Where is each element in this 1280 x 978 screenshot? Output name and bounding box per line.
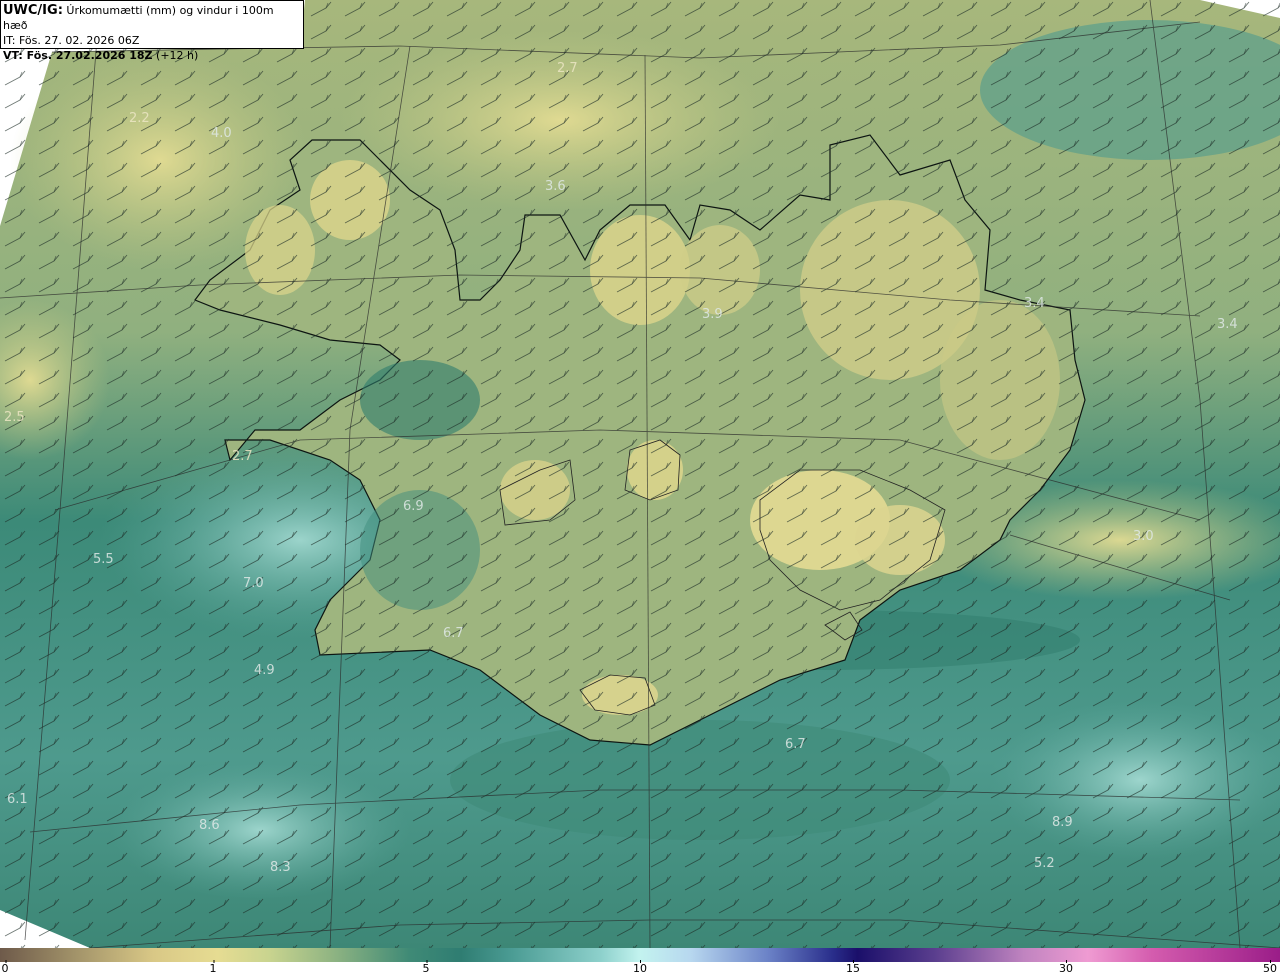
map-svg: 2.7 2.2 4.0 3.6 3.9 3.4 3.4 2.5 2.7 6.9 … — [0, 0, 1280, 948]
colorbar-tick: 30 — [1059, 960, 1073, 975]
value-label: 4.0 — [211, 126, 232, 141]
value-label: 3.4 — [1024, 296, 1045, 311]
value-label: 3.4 — [1217, 317, 1238, 332]
init-time: IT: Fös. 27. 02. 2026 06Z — [3, 34, 140, 47]
value-label: 8.6 — [199, 818, 220, 833]
value-label: 6.1 — [7, 792, 28, 807]
value-label: 6.7 — [785, 737, 806, 752]
title-line: UWC/IG: Úrkomumætti (mm) og vindur i 100… — [3, 3, 301, 33]
value-label: 4.9 — [254, 663, 275, 678]
colorbar-tick: 5 — [422, 960, 430, 975]
value-label: 8.3 — [270, 860, 291, 875]
map-header: UWC/IG: Úrkomumætti (mm) og vindur i 100… — [0, 0, 304, 62]
source-label: UWC/IG: — [3, 3, 63, 18]
valid-time-line: VT: Fös. 27.02.2026 18Z (+12 h) — [3, 48, 301, 63]
value-label: 2.7 — [232, 449, 253, 464]
value-label: 5.2 — [1034, 856, 1055, 871]
valid-time: VT: Fös. 27.02.2026 18Z — [3, 49, 153, 62]
value-label: 3.6 — [545, 179, 566, 194]
value-label: 3.0 — [1133, 529, 1154, 544]
colorbar-tick: 1 — [209, 960, 217, 975]
value-label: 8.9 — [1052, 815, 1073, 830]
value-label: 2.7 — [557, 61, 578, 76]
colorbar-tick: 15 — [846, 960, 860, 975]
precipitation-map: 2.7 2.2 4.0 3.6 3.9 3.4 3.4 2.5 2.7 6.9 … — [0, 0, 1280, 948]
value-label: 3.9 — [702, 307, 723, 322]
value-label: 5.5 — [93, 552, 114, 567]
colorbar-tick: 10 — [633, 960, 647, 975]
valid-offset: (+12 h) — [156, 49, 199, 62]
value-label: 2.2 — [129, 111, 150, 126]
colorbar-tick: 0 — [1, 960, 9, 975]
colorbar-ticks: 0 1 5 10 15 30 50 — [0, 960, 1280, 978]
value-label: 7.0 — [243, 576, 264, 591]
wind-barbs — [0, 0, 1280, 948]
colorbar-tick: 50 — [1263, 960, 1277, 975]
value-label: 2.5 — [4, 410, 25, 425]
value-label: 6.9 — [403, 499, 424, 514]
value-label: 6.7 — [443, 626, 464, 641]
